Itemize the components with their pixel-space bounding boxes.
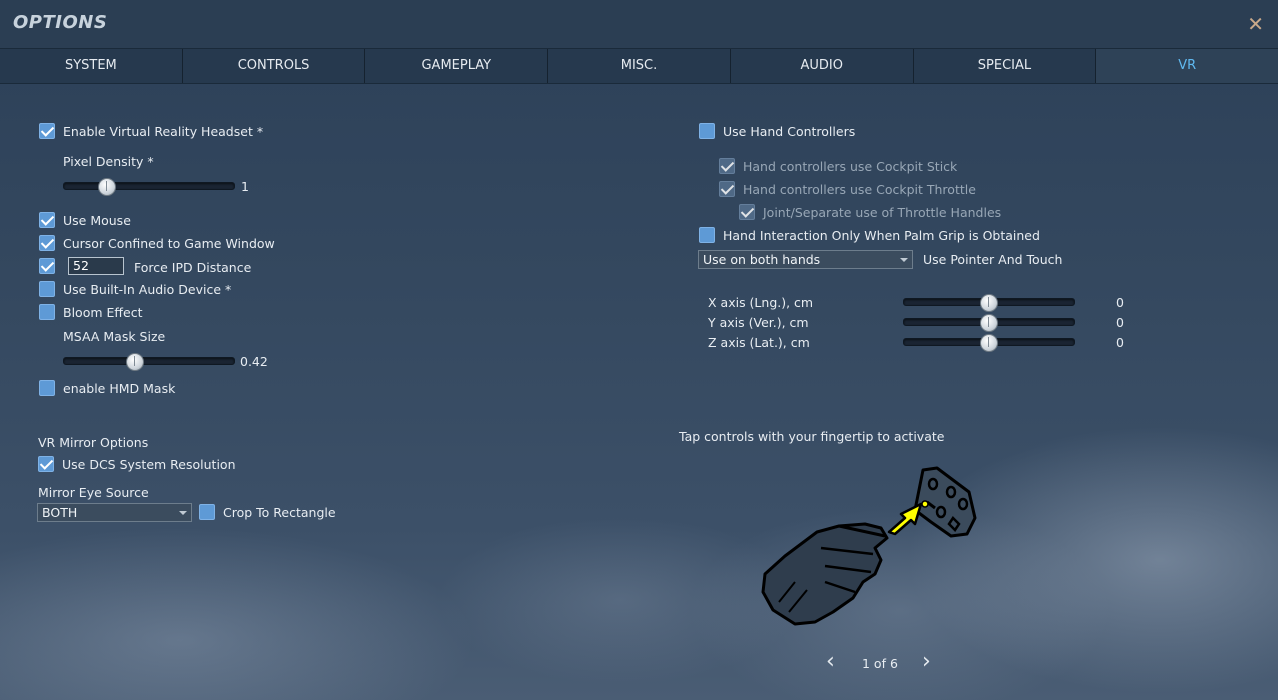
cursor-confined-checkbox[interactable]: [39, 235, 55, 251]
enable-vr-label: Enable Virtual Reality Headset *: [63, 124, 264, 139]
x-axis-thumb[interactable]: [980, 294, 998, 312]
hand-glove-icon: [761, 522, 889, 626]
y-axis-value: 0: [1116, 315, 1124, 330]
pixel-density-thumb[interactable]: [97, 178, 116, 196]
crop-rect-label: Crop To Rectangle: [223, 505, 336, 520]
throttle-handles-label: Joint/Separate use of Throttle Handles: [763, 205, 1002, 220]
hands-select-value: Use on both hands: [703, 252, 821, 267]
fingertip-illustration: [761, 466, 977, 626]
z-axis-thumb[interactable]: [980, 334, 998, 352]
ipd-input[interactable]: 52: [68, 257, 124, 275]
builtin-audio-label: Use Built-In Audio Device *: [63, 282, 232, 297]
tab-bar: SYSTEM CONTROLS GAMEPLAY MISC. AUDIO SPE…: [0, 48, 1278, 84]
pointer-arrow-icon: [887, 500, 929, 536]
tab-audio[interactable]: AUDIO: [730, 49, 914, 83]
pixel-density-slider[interactable]: [63, 182, 235, 190]
mirror-eye-label: Mirror Eye Source: [38, 485, 149, 500]
close-icon[interactable]: ✕: [1247, 12, 1264, 36]
crop-rect-checkbox[interactable]: [199, 504, 215, 520]
palm-grip-label: Hand Interaction Only When Palm Grip is …: [723, 228, 1040, 243]
force-ipd-label: Force IPD Distance: [134, 260, 252, 275]
tab-misc[interactable]: MISC.: [548, 49, 731, 83]
y-axis-label: Y axis (Ver.), cm: [708, 315, 809, 330]
tip-text: Tap controls with your fingertip to acti…: [679, 429, 945, 444]
x-axis-label: X axis (Lng.), cm: [708, 295, 814, 310]
bloom-label: Bloom Effect: [63, 305, 143, 320]
y-axis-thumb[interactable]: [980, 314, 998, 332]
chevron-down-icon: [179, 511, 187, 515]
pixel-density-value: 1: [241, 179, 249, 194]
cockpit-throttle-checkbox[interactable]: [719, 181, 735, 197]
dcs-resolution-checkbox[interactable]: [38, 456, 54, 472]
chevron-right-icon[interactable]: ›: [922, 651, 931, 673]
hmd-mask-checkbox[interactable]: [39, 380, 55, 396]
msaa-slider[interactable]: [63, 357, 235, 365]
tab-gameplay[interactable]: GAMEPLAY: [365, 49, 549, 83]
cockpit-throttle-label: Hand controllers use Cockpit Throttle: [743, 182, 976, 197]
cursor-confined-label: Cursor Confined to Game Window: [63, 236, 275, 251]
mirror-eye-value: BOTH: [42, 505, 78, 520]
hand-controllers-checkbox[interactable]: [699, 123, 715, 139]
cockpit-stick-label: Hand controllers use Cockpit Stick: [743, 159, 958, 174]
mirror-eye-select[interactable]: BOTH: [37, 503, 192, 522]
chevron-left-icon[interactable]: ‹: [826, 651, 835, 673]
use-mouse-label: Use Mouse: [63, 213, 131, 228]
use-mouse-checkbox[interactable]: [39, 212, 55, 228]
enable-vr-checkbox[interactable]: [39, 123, 55, 139]
mirror-options-header: VR Mirror Options: [38, 435, 149, 450]
msaa-thumb[interactable]: [126, 353, 145, 371]
tab-vr[interactable]: VR: [1096, 49, 1278, 83]
window-title: OPTIONS: [13, 12, 108, 33]
bloom-checkbox[interactable]: [39, 304, 55, 320]
tab-system[interactable]: SYSTEM: [0, 49, 183, 83]
palm-grip-checkbox[interactable]: [699, 227, 715, 243]
hands-select[interactable]: Use on both hands: [698, 250, 913, 269]
force-ipd-checkbox[interactable]: [39, 258, 55, 274]
hmd-mask-label: enable HMD Mask: [63, 381, 176, 396]
title-bar: OPTIONS ✕: [0, 0, 1278, 48]
msaa-value: 0.42: [240, 354, 268, 369]
tab-special[interactable]: SPECIAL: [913, 49, 1097, 83]
cockpit-stick-checkbox[interactable]: [719, 158, 735, 174]
pixel-density-label: Pixel Density *: [63, 154, 154, 169]
throttle-handles-checkbox[interactable]: [739, 204, 755, 220]
x-axis-value: 0: [1116, 295, 1124, 310]
dcs-resolution-label: Use DCS System Resolution: [62, 457, 236, 472]
z-axis-value: 0: [1116, 335, 1124, 350]
hand-controllers-label: Use Hand Controllers: [723, 124, 856, 139]
builtin-audio-checkbox[interactable]: [39, 281, 55, 297]
msaa-label: MSAA Mask Size: [63, 329, 166, 344]
z-axis-label: Z axis (Lat.), cm: [708, 335, 810, 350]
chevron-down-icon: [900, 258, 908, 262]
pointer-touch-label: Use Pointer And Touch: [923, 252, 1063, 267]
pager-text: 1 of 6: [862, 656, 898, 671]
tab-controls[interactable]: CONTROLS: [182, 49, 366, 83]
